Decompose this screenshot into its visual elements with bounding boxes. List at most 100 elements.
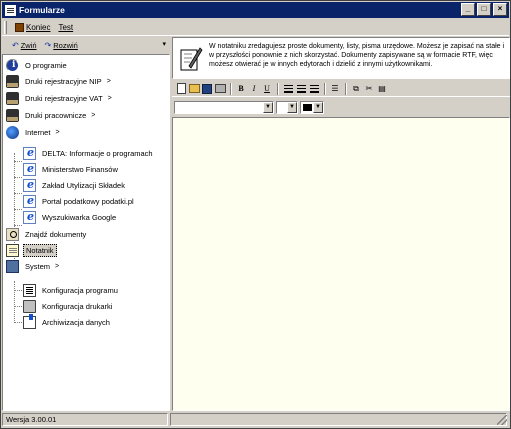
menu-item-label: Test: [58, 22, 74, 32]
chevron-right-icon: >: [106, 77, 111, 85]
minimize-button[interactable]: _: [461, 3, 475, 16]
tree-connector: [14, 281, 15, 323]
tree-item-konfiguracja-drukarki[interactable]: Konfiguracja drukarki: [23, 298, 114, 314]
tree-item-label: Portal podatkowy podatki.pl: [42, 196, 134, 206]
tree-item-delta[interactable]: DELTA: Informacje o programach: [23, 145, 155, 161]
menu-grip: [4, 20, 7, 34]
chevron-right-icon: >: [55, 262, 60, 270]
open-icon: [188, 84, 200, 93]
tree-item-druki-pracownicze[interactable]: Druki pracownicze >: [6, 107, 95, 123]
tree-item-google[interactable]: Wyszukiwarka Google: [23, 209, 118, 225]
folder-icon: [6, 108, 19, 122]
pen-icon: [180, 47, 203, 71]
tree-item-o-programie[interactable]: O programie: [6, 57, 69, 73]
expand-button[interactable]: ↷ Rozwiń: [45, 41, 78, 50]
tree-item-konfiguracja-programu[interactable]: Konfiguracja programu: [23, 282, 120, 298]
tree-item-zus[interactable]: Zakład Utylizacji Składek: [23, 177, 127, 193]
tree-item-label: System: [25, 261, 51, 271]
tree-connector: [14, 322, 22, 323]
folder-icon: [6, 91, 19, 105]
menu-bar: Koniec Test: [2, 19, 509, 36]
system-icon: [6, 259, 19, 273]
font-color-select[interactable]: ▼: [300, 100, 324, 114]
notepad-editor[interactable]: [172, 117, 510, 411]
font-select[interactable]: ▼: [174, 100, 274, 114]
web-icon: [23, 210, 36, 224]
tree-item-label: Konfiguracja programu: [42, 285, 118, 295]
cut-icon: ✂: [365, 84, 373, 93]
close-button[interactable]: ×: [493, 3, 507, 16]
toolbar-separator: [230, 82, 232, 95]
menu-item-koniec[interactable]: Koniec: [11, 22, 54, 32]
printer-icon: [23, 299, 36, 313]
tree-item-label: Konfiguracja drukarki: [42, 301, 113, 311]
status-panel: [170, 413, 507, 426]
tree-item-internet[interactable]: Internet >: [6, 124, 60, 140]
internet-icon: [6, 125, 19, 139]
tree-item-znajdz[interactable]: Znajdź dokumenty: [6, 226, 88, 242]
tree-item-druki-nip[interactable]: Druki rejestracyjne NIP >: [6, 73, 111, 89]
align-right-button[interactable]: [308, 83, 320, 95]
tree-item-label: Notatnik: [23, 243, 57, 257]
tree-item-notatnik[interactable]: Notatnik: [6, 242, 57, 258]
tree-item-druki-vat[interactable]: Druki rejestracyjne VAT >: [6, 90, 112, 106]
search-icon: [6, 227, 19, 241]
navigation-tree[interactable]: O programie Druki rejestracyjne NIP > Dr…: [2, 54, 170, 411]
open-button[interactable]: [188, 83, 200, 95]
info-text: W notatniku zredagujesz proste dokumenty…: [209, 43, 505, 68]
window-title: Formularze: [19, 5, 65, 15]
align-left-button[interactable]: [282, 83, 294, 95]
align-right-icon: [309, 84, 319, 93]
collapse-label: Zwiń: [20, 40, 37, 50]
version-label: Wersja 3.00.01: [2, 413, 168, 426]
tree-item-archiwizacja[interactable]: Archiwizacja danych: [23, 313, 112, 330]
toolbar-separator: [345, 82, 347, 95]
editor-toolbar: B I U ☰ ⧉ ✂ ▤: [172, 81, 510, 97]
menu-item-test[interactable]: Test: [54, 23, 77, 32]
tree-item-podatki[interactable]: Portal podatkowy podatki.pl: [23, 193, 136, 209]
tree-item-label: Internet: [25, 127, 51, 137]
resize-grip-icon[interactable]: [497, 415, 507, 425]
tree-item-label: Zakład Utylizacji Składek: [42, 180, 125, 190]
cut-button[interactable]: ✂: [363, 83, 375, 95]
tree-item-label: Ministerstwo Finansów: [42, 164, 118, 174]
chevron-down-icon[interactable]: ▼: [313, 101, 323, 113]
tree-connector: [14, 306, 22, 307]
align-center-icon: [296, 84, 306, 93]
chevron-down-icon[interactable]: ▾: [162, 40, 166, 48]
align-center-button[interactable]: [295, 83, 307, 95]
maximize-button[interactable]: □: [477, 3, 491, 16]
info-box: W notatniku zredagujesz proste dokumenty…: [172, 37, 510, 79]
navigation-toolbar: ↶ Zwiń ↷ Rozwiń ▾: [2, 37, 170, 53]
save-icon: [202, 83, 212, 94]
bullets-button[interactable]: ☰: [329, 83, 341, 95]
paste-button[interactable]: ▤: [376, 83, 388, 95]
chevron-right-icon: >: [55, 128, 60, 136]
color-swatch: [303, 103, 312, 111]
exit-icon: [15, 22, 24, 32]
tree-item-label: Druki pracownicze: [25, 110, 87, 120]
tree-item-label: DELTA: Informacje o programach: [42, 148, 153, 158]
info-icon: [6, 58, 19, 72]
italic-button[interactable]: I: [248, 83, 260, 95]
chevron-down-icon[interactable]: ▼: [287, 101, 297, 113]
collapse-button[interactable]: ↶ Zwiń: [12, 41, 37, 50]
web-icon: [23, 146, 36, 160]
underline-button[interactable]: U: [261, 83, 273, 95]
status-bar: Wersja 3.00.01: [2, 412, 509, 427]
tree-item-system[interactable]: System >: [6, 258, 59, 274]
title-bar[interactable]: Formularze _ □ ×: [2, 2, 509, 18]
toolbar-separator: [324, 82, 326, 95]
chevron-down-icon[interactable]: ▼: [263, 101, 273, 113]
copy-button[interactable]: ⧉: [350, 83, 362, 95]
expand-arrow-icon: ↷: [44, 40, 52, 50]
bold-button[interactable]: B: [235, 83, 247, 95]
config-icon: [23, 283, 36, 297]
new-button[interactable]: [175, 83, 187, 95]
print-button[interactable]: [214, 83, 226, 95]
web-icon: [23, 162, 36, 176]
tree-item-ministerstwo[interactable]: Ministerstwo Finansów: [23, 161, 120, 177]
font-size-select[interactable]: ▼: [276, 100, 298, 114]
tree-connector: [14, 290, 22, 291]
save-button[interactable]: [201, 83, 213, 95]
